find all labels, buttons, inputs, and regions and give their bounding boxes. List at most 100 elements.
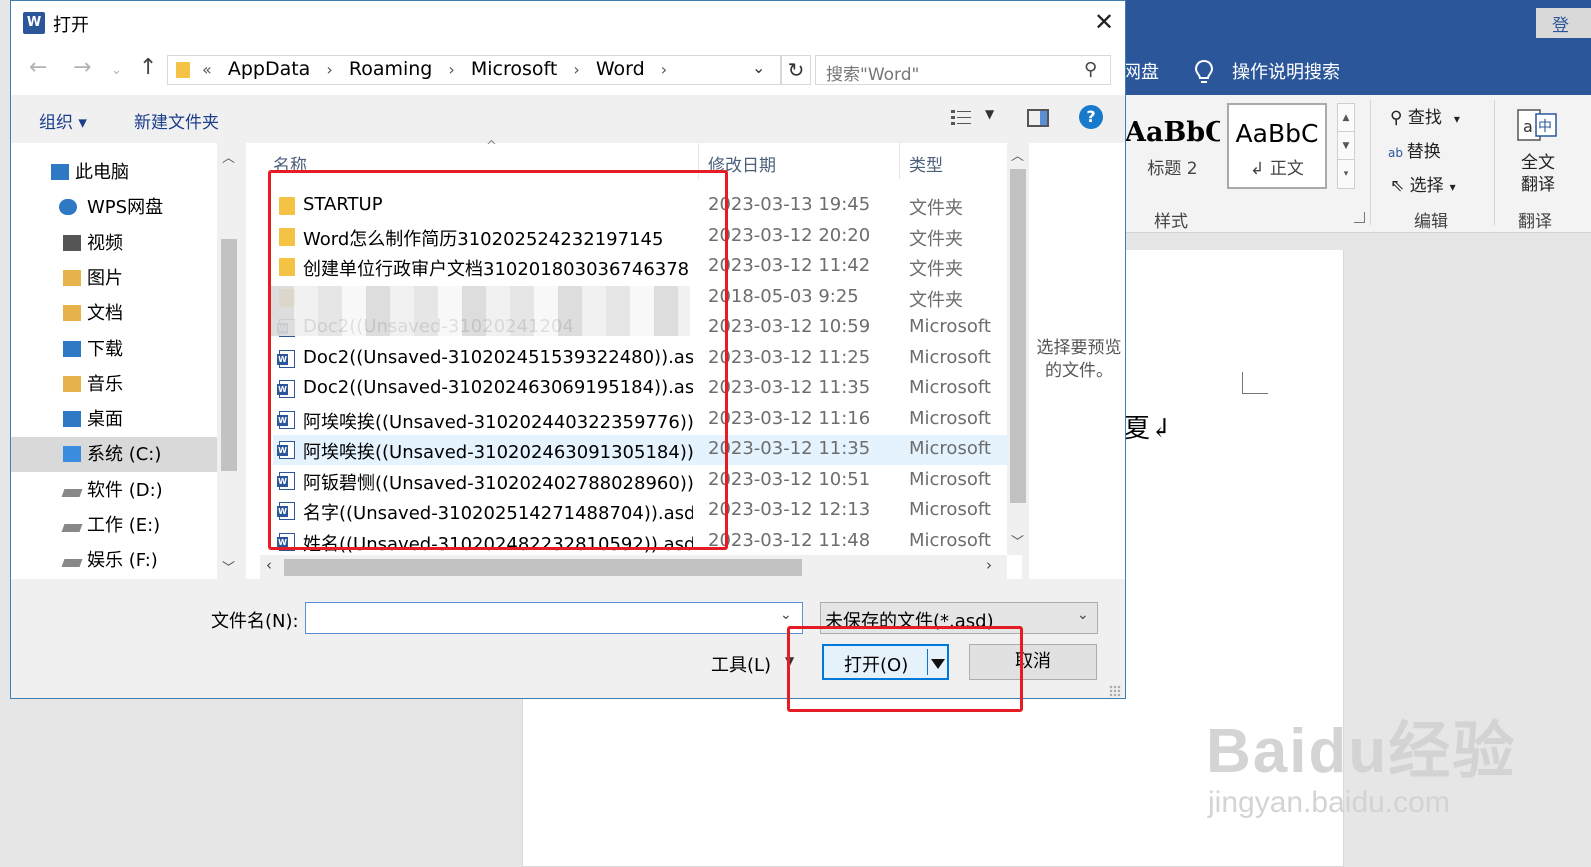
up-arrow-icon[interactable]: ↑ xyxy=(139,55,157,80)
chevron-down-icon[interactable]: ﹀ xyxy=(222,557,235,576)
sidebar-item[interactable]: 娱乐 (F:) xyxy=(11,543,217,578)
document-text: 夏↲ xyxy=(1124,414,1172,444)
dialog-title: 打开 xyxy=(53,15,89,36)
view-options-icon[interactable] xyxy=(951,109,971,127)
tab-netdisk[interactable]: 网盘 xyxy=(1123,58,1159,84)
login-button[interactable]: 登 xyxy=(1536,8,1591,38)
recent-dropdown-icon[interactable]: ⌄ xyxy=(111,63,122,78)
scroll-thumb[interactable] xyxy=(284,559,802,576)
file-date: 2023-03-12 11:35 xyxy=(708,438,871,459)
organize-button[interactable]: 组织 ▾ xyxy=(39,108,87,133)
sidebar-item[interactable]: 文档 xyxy=(11,296,217,331)
address-bar[interactable]: « AppData › Roaming › Microsoft › Word ›… xyxy=(167,55,781,85)
close-button[interactable]: ✕ xyxy=(1089,7,1119,37)
breadcrumb-appdata[interactable]: AppData xyxy=(228,58,311,80)
search-input[interactable]: 搜索"Word" ⚲ xyxy=(815,55,1111,85)
new-folder-button[interactable]: 新建文件夹 xyxy=(134,108,219,133)
filename-input[interactable]: ⌄ xyxy=(305,602,803,634)
search-icon[interactable]: ⚲ xyxy=(1084,59,1097,80)
chevron-down-icon[interactable]: ⌄ xyxy=(752,58,765,77)
chevron-up-icon[interactable]: ▲ xyxy=(1338,104,1354,132)
chevron-right-icon[interactable]: › xyxy=(573,60,579,79)
dialog-launcher-icon[interactable] xyxy=(1354,212,1365,223)
chevron-down-icon[interactable]: ▼ xyxy=(1338,132,1354,160)
style-heading2[interactable]: AaBbC 标题 2 xyxy=(1125,103,1220,189)
chevron-right-icon[interactable]: › xyxy=(986,556,992,574)
resize-grip[interactable] xyxy=(1109,685,1121,697)
sidebar-item-label: WPS网盘 xyxy=(87,197,164,219)
margin-marker xyxy=(1242,372,1268,394)
annotation-box-open-button xyxy=(787,626,1023,712)
column-header-type[interactable]: 类型 xyxy=(909,151,943,176)
pictures-icon xyxy=(63,269,81,286)
style-name: 标题 2 xyxy=(1147,159,1198,179)
scroll-thumb[interactable] xyxy=(221,239,237,471)
chevron-down-icon[interactable]: ⌄ xyxy=(780,607,792,623)
chevron-up-icon[interactable]: ︿ xyxy=(1011,145,1024,164)
sidebar-item[interactable]: 视频 xyxy=(11,226,217,261)
ribbon-divider xyxy=(1370,100,1371,225)
breadcrumb-microsoft[interactable]: Microsoft xyxy=(471,58,557,80)
file-type: 文件夹 xyxy=(909,228,963,250)
overflow-icon[interactable]: « xyxy=(202,60,212,79)
tell-me-search[interactable]: 操作说明搜索 xyxy=(1232,58,1340,84)
replace-icon: ab xyxy=(1388,146,1407,160)
refresh-button[interactable]: ↻ xyxy=(781,55,811,85)
full-translate-button[interactable]: 全文翻译 xyxy=(1518,152,1558,196)
sidebar-item-label: 系统 (C:) xyxy=(87,444,162,466)
chevron-down-icon[interactable]: ▼ xyxy=(985,107,994,121)
sidebar-item[interactable]: 工作 (E:) xyxy=(11,508,217,543)
drive-icon xyxy=(61,559,83,568)
sidebar-item-label: 软件 (D:) xyxy=(87,479,163,501)
replace-button[interactable]: ab 替换 xyxy=(1388,137,1441,162)
sidebar-item-label: 视频 xyxy=(87,232,123,254)
styles-group-label: 样式 xyxy=(1154,212,1188,232)
chevron-right-icon[interactable]: › xyxy=(448,60,454,79)
breadcrumb-roaming[interactable]: Roaming xyxy=(349,58,433,80)
sidebar-item[interactable]: 下载 xyxy=(11,332,217,367)
file-type: Microsoft xyxy=(909,407,991,429)
navigation-bar: ← → ⌄ ↑ « AppData › Roaming › Microsoft … xyxy=(11,45,1125,95)
file-list-hscrollbar[interactable]: ‹ › xyxy=(260,555,1007,579)
file-type: Microsoft xyxy=(909,529,991,551)
file-list-vscrollbar[interactable]: ︿ ﹀ xyxy=(1007,143,1029,555)
chevron-down-icon[interactable]: ﹀ xyxy=(1011,531,1024,550)
chevron-right-icon[interactable]: › xyxy=(661,60,667,79)
nav-scrollbar[interactable]: ︿ ﹀ xyxy=(217,143,241,579)
dialog-titlebar[interactable]: W 打开 ✕ xyxy=(11,1,1125,45)
chevron-left-icon[interactable]: ‹ xyxy=(266,556,272,574)
help-icon[interactable]: ? xyxy=(1079,105,1103,129)
more-icon[interactable]: ▾ xyxy=(1338,160,1354,188)
file-type: Microsoft xyxy=(909,377,991,398)
style-normal[interactable]: AaBbC ↲ 正文 xyxy=(1227,103,1327,189)
sidebar-item[interactable]: 音乐 xyxy=(11,367,217,402)
editing-group-label: 编辑 xyxy=(1414,212,1448,232)
scroll-thumb[interactable] xyxy=(1010,169,1026,503)
forward-arrow-icon[interactable]: → xyxy=(73,55,91,80)
tools-button[interactable]: 工具(L) xyxy=(711,651,771,677)
sidebar-item[interactable]: WPS网盘 xyxy=(11,190,217,225)
sidebar-item-label: 桌面 xyxy=(87,409,123,431)
find-button[interactable]: ⚲ 查找 ▾ xyxy=(1390,103,1460,128)
column-divider[interactable] xyxy=(899,143,900,179)
file-type: Microsoft xyxy=(909,499,991,520)
file-date: 2023-03-12 11:25 xyxy=(708,346,871,368)
chevron-up-icon[interactable]: ︿ xyxy=(222,147,235,166)
sidebar-item[interactable]: 系统 (C:) xyxy=(11,437,217,473)
translate-group-label: 翻译 xyxy=(1518,212,1552,232)
sidebar-item[interactable]: 此电脑 xyxy=(11,155,217,190)
word-app-icon: W xyxy=(23,12,45,34)
file-date: 2023-03-12 11:16 xyxy=(708,407,871,429)
preview-pane-icon[interactable] xyxy=(1027,109,1049,127)
select-button[interactable]: ⇖ 选择 ▾ xyxy=(1390,171,1456,196)
back-arrow-icon[interactable]: ← xyxy=(29,55,47,80)
breadcrumb-word[interactable]: Word xyxy=(596,58,645,80)
drive-icon xyxy=(61,488,83,497)
styles-gallery-scroll[interactable]: ▲ ▼ ▾ xyxy=(1337,103,1355,189)
sidebar-item[interactable]: 软件 (D:) xyxy=(11,473,217,508)
preview-pane: 选择要预览的文件。 xyxy=(1029,143,1125,579)
file-date: 2023-03-12 11:35 xyxy=(708,377,871,398)
sidebar-item[interactable]: 桌面 xyxy=(11,402,217,437)
chevron-right-icon[interactable]: › xyxy=(326,60,332,79)
sidebar-item[interactable]: 图片 xyxy=(11,261,217,296)
